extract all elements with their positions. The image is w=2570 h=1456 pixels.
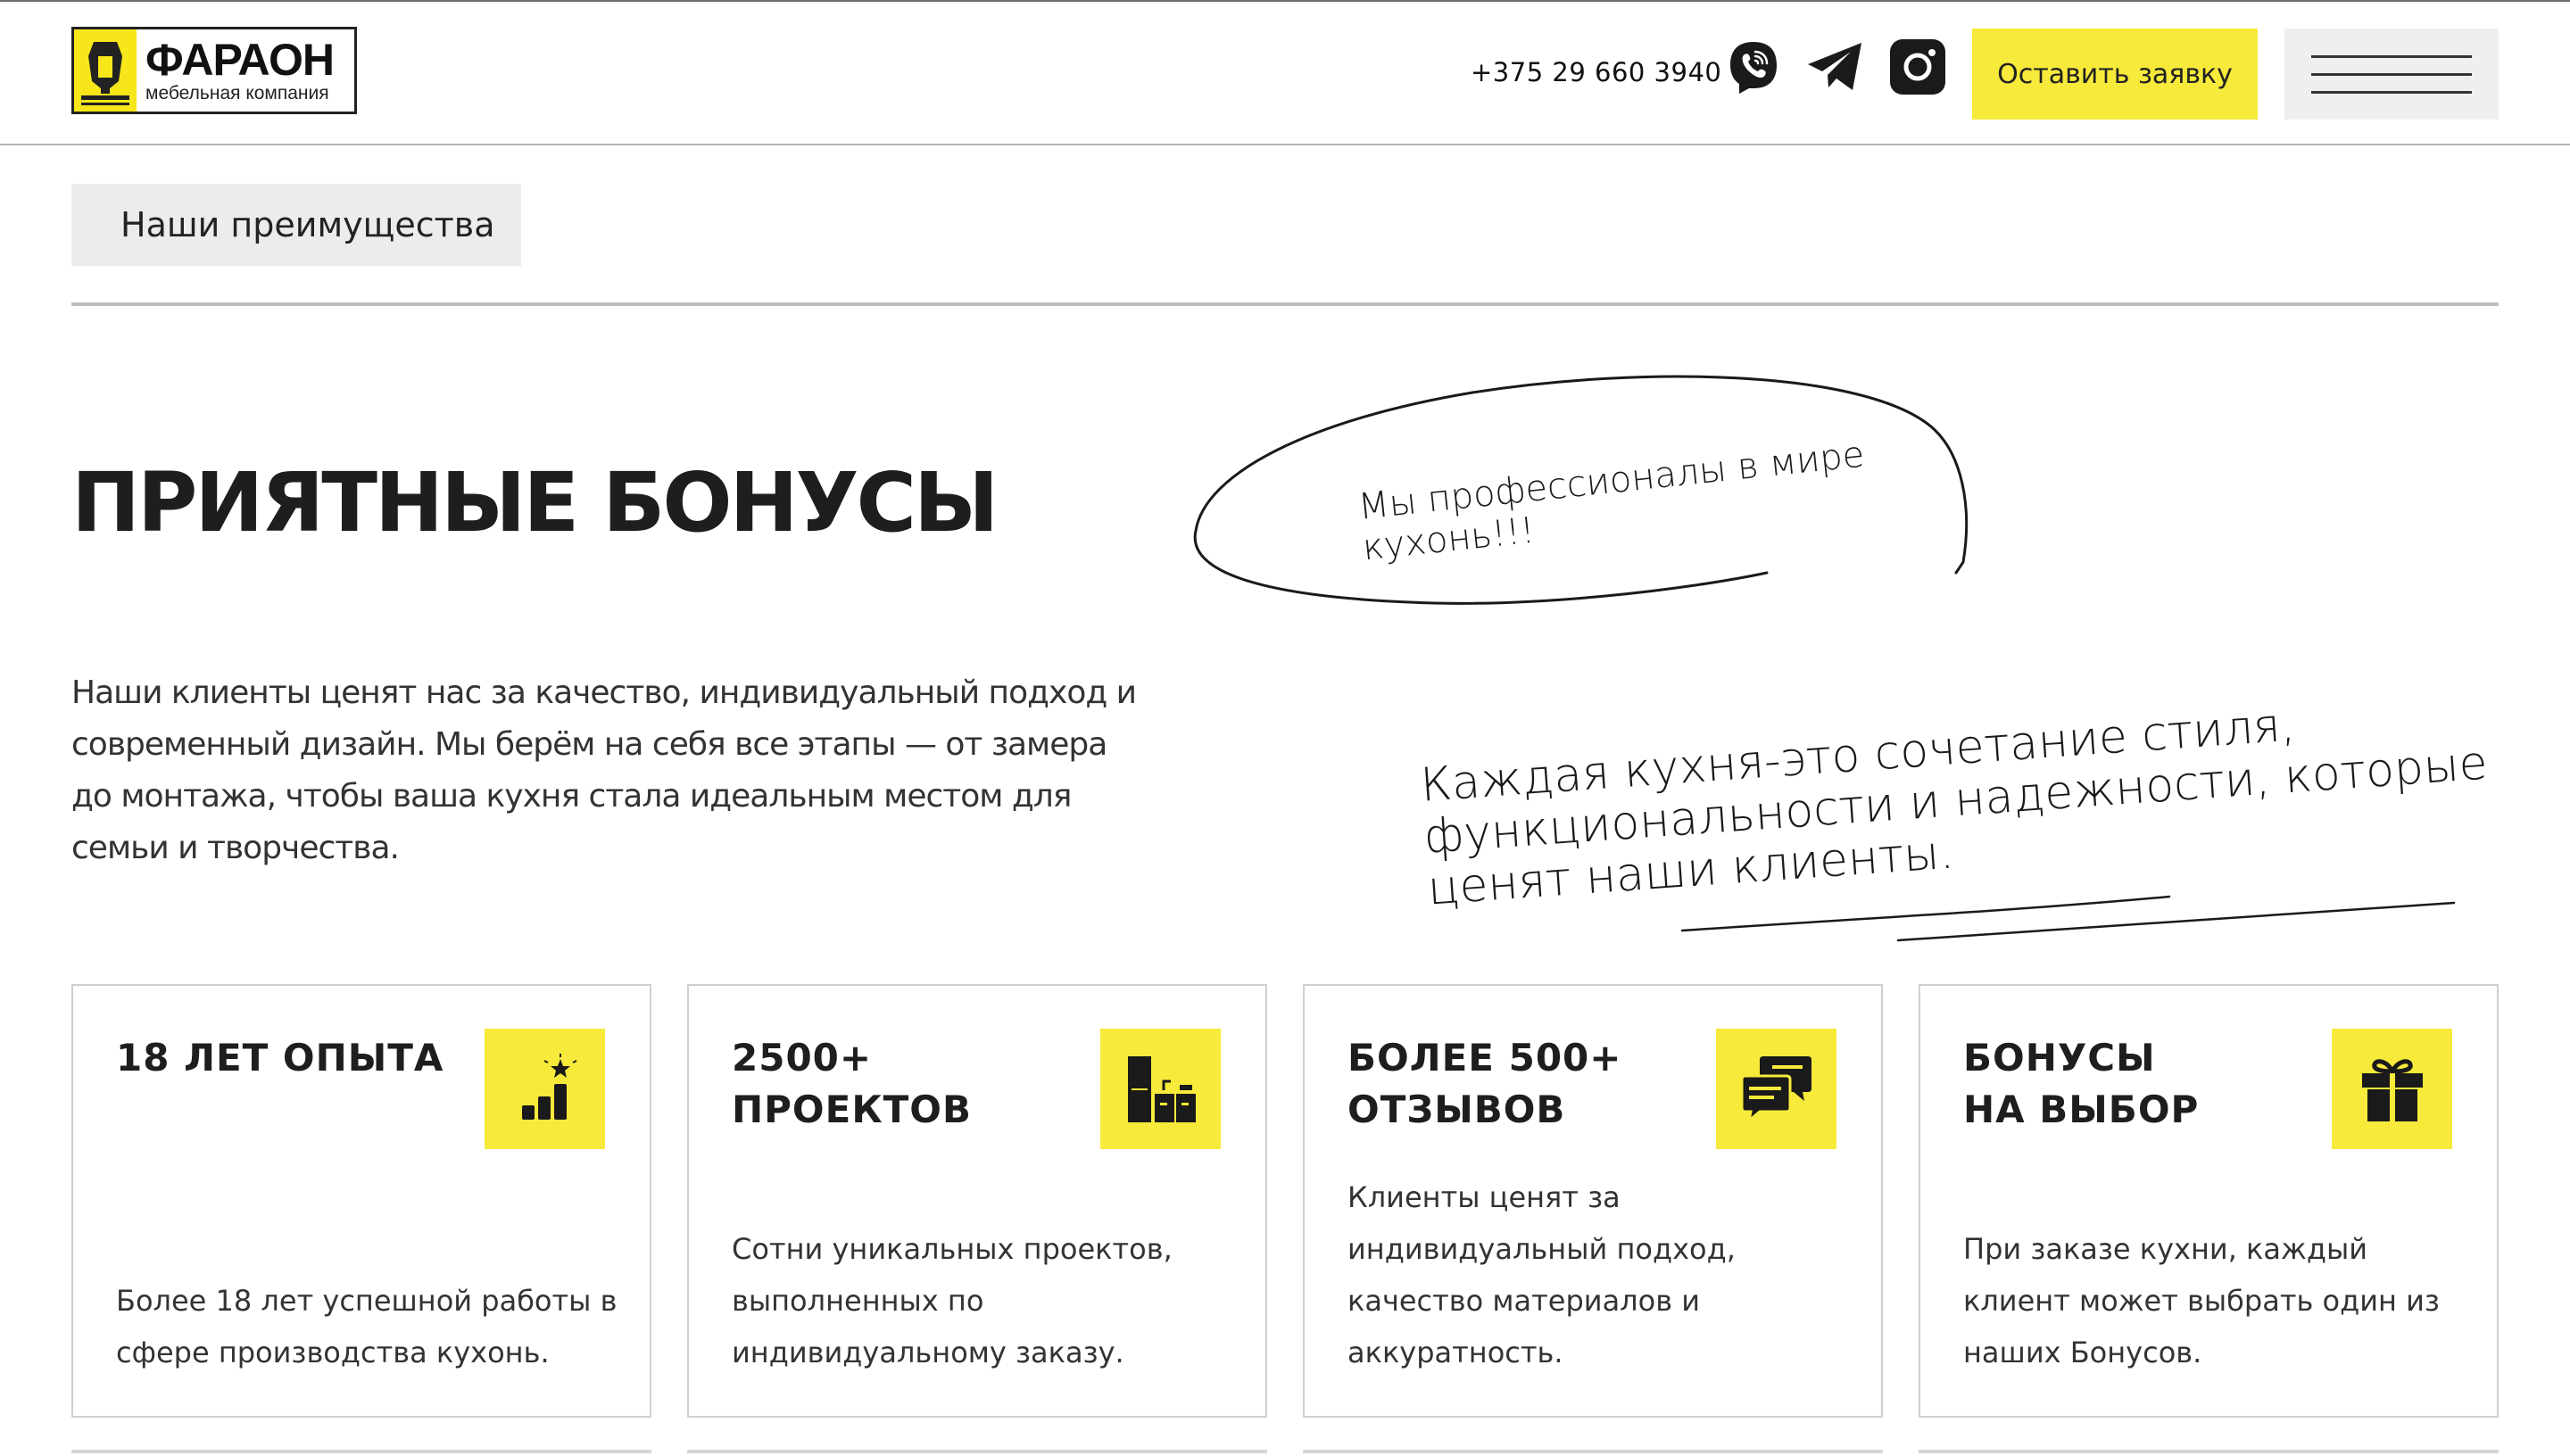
card-title: 2500+ ПРОЕКТОВ: [732, 1032, 972, 1136]
breadcrumb-tab[interactable]: Наши преимущества: [71, 184, 521, 266]
growth-chart-star-icon: [485, 1029, 605, 1149]
card-title-line2: ПРОЕКТОВ: [732, 1088, 973, 1131]
next-card-edge: [1303, 1450, 1883, 1453]
page-title: ПРИЯТНЫЕ БОНУСЫ: [71, 455, 999, 550]
menu-line: [2311, 55, 2472, 58]
pharaoh-logo-icon: [74, 29, 137, 112]
section-divider: [71, 302, 2499, 306]
card-title-line1: БОНУСЫ: [1963, 1036, 2156, 1080]
instagram-icon[interactable]: [1888, 37, 1947, 96]
card-title-line2: ОТЗЫВОВ: [1347, 1088, 1566, 1131]
lead-paragraph: Наши клиенты ценят нас за качество, инди…: [71, 674, 1137, 866]
advantage-card-projects: 2500+ ПРОЕКТОВ Сотни уникальных проектов…: [687, 984, 1267, 1418]
card-title-line1: 2500+: [732, 1036, 873, 1080]
card-description: Более 18 лет успешной работы в сфере про…: [116, 1284, 618, 1369]
card-title-line1: БОЛЕЕ 500+: [1347, 1036, 1622, 1080]
advantage-card-reviews: БОЛЕЕ 500+ ОТЗЫВОВ Клиенты ценят за инди…: [1303, 984, 1883, 1418]
next-card-edge: [71, 1450, 651, 1453]
phone-link[interactable]: +375 29 660 3940: [1471, 57, 1721, 87]
kitchen-cabinets-icon: [1100, 1029, 1221, 1149]
card-title: БОЛЕЕ 500+ ОТЗЫВОВ: [1347, 1032, 1621, 1136]
menu-line: [2311, 73, 2472, 76]
card-title-line2: НА ВЫБОР: [1963, 1088, 2200, 1131]
advantage-card-experience: 18 ЛЕТ ОПЫТА Более 18 лет успешной работ…: [71, 984, 651, 1418]
card-title: БОНУСЫ НА ВЫБОР: [1963, 1032, 2199, 1136]
card-description: При заказе кухни, каждый клиент может вы…: [1963, 1232, 2440, 1369]
advantage-card-bonuses: БОНУСЫ НА ВЫБОР При заказе кухни, каждый…: [1919, 984, 2499, 1418]
site-header: ФАРАОН мебельная компания +375 29 660 39…: [0, 0, 2570, 145]
gift-icon: [2332, 1029, 2452, 1149]
viber-icon[interactable]: [1724, 37, 1783, 96]
hamburger-menu-icon[interactable]: [2284, 29, 2499, 120]
logo-name: ФАРАОН: [145, 35, 335, 85]
request-button[interactable]: Оставить заявку: [1972, 29, 2258, 120]
next-card-edge: [1919, 1450, 2499, 1453]
card-description: Сотни уникальных проектов, выполненных п…: [732, 1232, 1173, 1369]
card-title: 18 ЛЕТ ОПЫТА: [116, 1032, 444, 1084]
menu-line: [2311, 91, 2472, 94]
logo-subtitle: мебельная компания: [145, 83, 329, 103]
card-title-line1: 18 ЛЕТ ОПЫТА: [116, 1036, 444, 1080]
logo[interactable]: ФАРАОН мебельная компания: [71, 27, 357, 114]
next-card-edge: [687, 1450, 1267, 1453]
telegram-icon[interactable]: [1806, 37, 1865, 96]
chat-bubbles-icon: [1716, 1029, 1836, 1149]
card-description: Клиенты ценят за индивидуальный подход, …: [1347, 1180, 1736, 1369]
